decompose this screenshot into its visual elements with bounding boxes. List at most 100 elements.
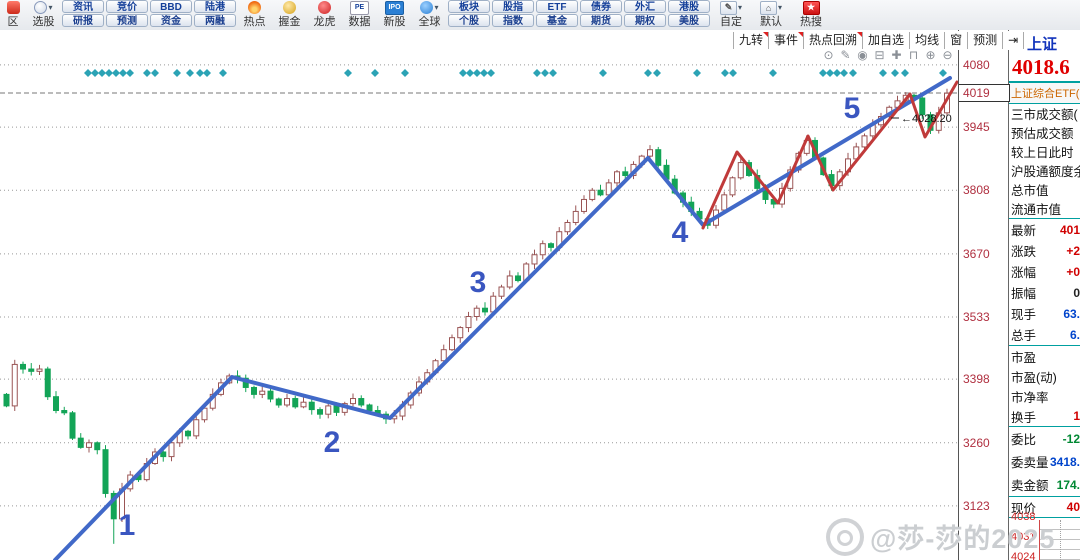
toolbar-button-股指[interactable]: 股指 [492, 0, 534, 13]
toolbar-label-全球[interactable]: 全球 [419, 15, 441, 29]
toolbar-label-选股[interactable]: 选股 [33, 15, 55, 29]
toolbar-label-基金[interactable]: 基金 [536, 14, 578, 27]
globe-icon[interactable] [420, 1, 434, 14]
toolbar-label-个股[interactable]: 个股 [448, 14, 490, 27]
toolbar-item-新股[interactable]: IPO 新股 [377, 0, 412, 29]
qchart-icon[interactable] [34, 1, 48, 14]
candle [729, 177, 736, 196]
dropdown-caret-icon[interactable]: ▾ [738, 3, 742, 13]
dragon-icon[interactable] [318, 1, 331, 14]
signal-diamond-icon [186, 69, 194, 77]
quote-label: 振幅 [1011, 287, 1037, 301]
gear-icon[interactable]: ⊙ [822, 49, 835, 62]
chart-tab-事件[interactable]: 事件 [768, 32, 804, 49]
toolbar-item-基金[interactable]: ETF 基金 [535, 0, 579, 27]
chart-tab-均线[interactable]: 均线 [909, 32, 944, 49]
redchart-icon[interactable] [6, 1, 20, 14]
trash-icon[interactable]: ⊟ [873, 49, 886, 62]
toolbar-button-外汇[interactable]: 外汇 [624, 0, 666, 13]
flame-icon[interactable] [248, 1, 261, 14]
toolbar-label-研报[interactable]: 研报 [62, 14, 104, 27]
toolbar-label-默认[interactable]: 默认 [760, 15, 782, 29]
toolbar-item-数据[interactable]: PE 数据 [342, 0, 377, 29]
candle [539, 243, 546, 256]
toolbar-label-新股[interactable]: 新股 [384, 15, 406, 29]
toolbar-button-陆港[interactable]: 陆港 [194, 0, 236, 13]
toolbar-label-区[interactable]: 区 [8, 15, 19, 29]
toolbar-item-预测[interactable]: 竞价 预测 [105, 0, 149, 27]
axis-label-4080: 4080 [963, 57, 990, 72]
candle [581, 198, 587, 212]
toolbar-item-默认[interactable]: ⌂ ▾ 默认 [751, 0, 791, 29]
dropdown-caret-icon[interactable]: ▾ [434, 3, 438, 13]
toolbar-item-研报[interactable]: 资讯 研报 [61, 0, 105, 27]
toolbar-label-握金[interactable]: 握金 [279, 15, 301, 29]
etf-link[interactable]: 上证综合ETF( [1009, 81, 1080, 104]
toolbar-item-期权[interactable]: 外汇 期权 [623, 0, 667, 27]
toolbar-label-热搜[interactable]: 热搜 [800, 15, 822, 29]
toolbar-label-两融[interactable]: 两融 [194, 14, 236, 27]
toolbar-item-热搜[interactable]: ★ 热搜 [791, 0, 831, 29]
toolbar-label-自定[interactable]: 自定 [720, 15, 742, 29]
toolbar-button-BBD[interactable]: BBD [150, 0, 192, 13]
candle [655, 149, 662, 166]
toolbar-button-板块[interactable]: 板块 [448, 0, 490, 13]
quote-label: 市净率 [1011, 390, 1049, 405]
toolbar-label-热点[interactable]: 热点 [244, 15, 266, 29]
ipo-icon[interactable]: IPO [385, 0, 404, 15]
toolbar-item-两融[interactable]: 陆港 两融 [193, 0, 237, 27]
candle [251, 386, 257, 395]
toolbar-item-选股[interactable]: ▾ 选股 [26, 0, 61, 29]
zoom-out-icon[interactable]: ⊖ [941, 49, 954, 62]
chart-tab-加自选[interactable]: 加自选 [862, 32, 909, 49]
toolbar-button-债券[interactable]: 债券 [580, 0, 622, 13]
toolbar-label-指数[interactable]: 指数 [492, 14, 534, 27]
chart-tab-预测[interactable]: 预测 [967, 32, 1002, 49]
price-axis: 4080 3945 3808 3670 3533 3398 3260 3123 4019 [958, 30, 1010, 560]
eye-icon[interactable]: ◉ [856, 49, 869, 62]
chart-tab-九转[interactable]: 九转 [733, 32, 769, 49]
toolbar-item-自定[interactable]: ✎ ▾ 自定 [711, 0, 751, 29]
toolbar-item-资金[interactable]: BBD 资金 [149, 0, 193, 27]
dropdown-caret-icon[interactable]: ▾ [48, 3, 52, 13]
tool-icon[interactable]: ✎ [719, 0, 737, 15]
hand-icon[interactable]: ✚ [890, 49, 903, 62]
toolbar-label-期货[interactable]: 期货 [580, 14, 622, 27]
pencil-icon[interactable]: ✎ [839, 49, 852, 62]
chart-tab-热点回溯[interactable]: 热点回溯 [803, 32, 863, 49]
pe-icon[interactable]: PE [350, 0, 369, 15]
signal-diamond-icon [879, 69, 887, 77]
toolbar-item-龙虎[interactable]: 龙虎 [307, 0, 342, 29]
candle [548, 243, 554, 248]
toolbar-label-龙虎[interactable]: 龙虎 [314, 15, 336, 29]
quote-label: 卖金额 [1011, 479, 1049, 493]
toolbar-item-握金[interactable]: 握金 [272, 0, 307, 29]
candlestick-chart[interactable]: 12345←4028.20←3040.69 [0, 30, 959, 560]
hot-icon[interactable]: ★ [802, 0, 820, 15]
gold-icon[interactable] [283, 1, 296, 14]
quote-row-振幅: 振幅 0 [1009, 282, 1080, 303]
dropdown-caret-icon[interactable]: ▾ [778, 3, 782, 13]
toolbar-label-数据[interactable]: 数据 [349, 15, 371, 29]
toolbar-item-期货[interactable]: 债券 期货 [579, 0, 623, 27]
axis-label-3670: 3670 [963, 246, 990, 261]
toolbar-button-资讯[interactable]: 资讯 [62, 0, 104, 13]
toolbar-item-全球[interactable]: ▾ 全球 [412, 0, 447, 29]
zoom-in-icon[interactable]: ⊕ [924, 49, 937, 62]
chart-tab-窗[interactable]: 窗 [944, 32, 967, 49]
toolbar-button-港股[interactable]: 港股 [668, 0, 710, 13]
toolbar-label-资金[interactable]: 资金 [150, 14, 192, 27]
tool-icon[interactable]: ⌂ [759, 0, 777, 15]
toolbar-item-美股[interactable]: 港股 美股 [667, 0, 711, 27]
toolbar-item-指数[interactable]: 股指 指数 [491, 0, 535, 27]
toolbar-item-区[interactable]: 区 [0, 0, 26, 29]
chart-tab-⇥[interactable]: ⇥ [1002, 32, 1025, 49]
toolbar-item-个股[interactable]: 板块 个股 [447, 0, 491, 27]
toolbar-item-热点[interactable]: 热点 [237, 0, 272, 29]
toolbar-button-竞价[interactable]: 竞价 [106, 0, 148, 13]
toolbar-label-预测[interactable]: 预测 [106, 14, 148, 27]
toolbar-label-期权[interactable]: 期权 [624, 14, 666, 27]
lock-icon[interactable]: ⊓ [907, 49, 920, 62]
toolbar-button-ETF[interactable]: ETF [536, 0, 578, 13]
toolbar-label-美股[interactable]: 美股 [668, 14, 710, 27]
